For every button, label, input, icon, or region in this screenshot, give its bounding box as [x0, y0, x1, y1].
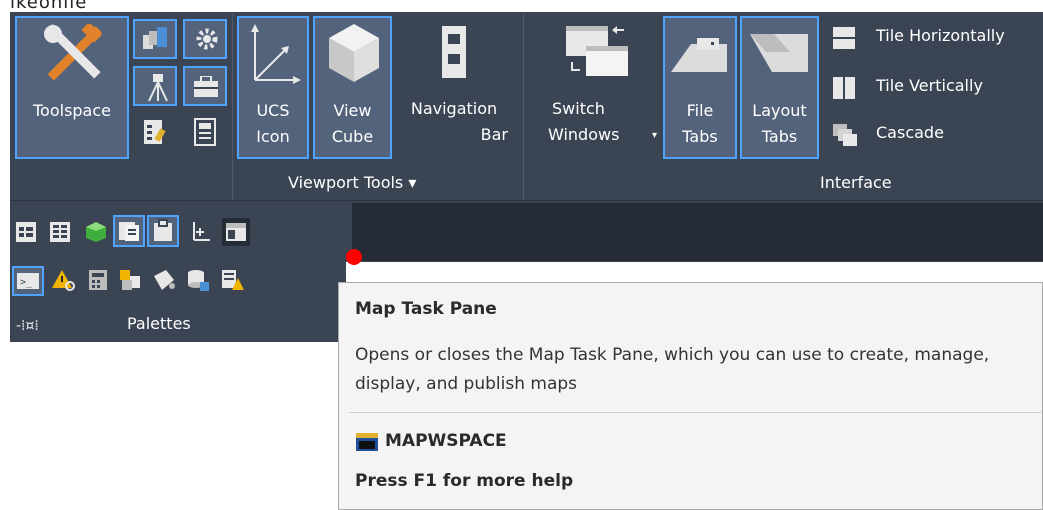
ucs-axes-icon — [251, 24, 301, 84]
palettes-panel-title: Palettes — [127, 314, 191, 333]
ribbon-divider — [10, 200, 1043, 201]
clipboard-icon — [154, 219, 172, 241]
chevron-down-icon: ▾ — [408, 173, 417, 192]
view-cube-label-1: View — [333, 101, 372, 120]
cascade-label: Cascade — [876, 123, 944, 142]
edit-properties-button[interactable] — [220, 268, 244, 292]
navigation-bar-label-2: Bar — [480, 125, 508, 144]
layer-icon — [143, 27, 167, 49]
pin-icon[interactable]: -⁞¤⁞ — [16, 318, 39, 334]
map-task-pane-button[interactable] — [222, 218, 250, 246]
cascade-button[interactable]: Cascade — [827, 121, 1043, 151]
layout-tabs-button[interactable]: Layout Tabs — [740, 16, 819, 159]
interface-panel-title: Interface — [820, 173, 892, 192]
toolspace-button[interactable]: Toolspace — [15, 16, 129, 159]
ucs-icon-label-2: Icon — [256, 127, 290, 146]
tools-icon — [44, 24, 102, 81]
settings-button[interactable] — [183, 19, 227, 59]
panel-separator — [523, 14, 524, 200]
layer-manager-button[interactable] — [133, 19, 177, 59]
switch-windows-label-1: Switch — [552, 99, 605, 118]
switch-windows-icon — [566, 26, 628, 76]
materials-button[interactable] — [84, 220, 108, 244]
map-roll-icon — [154, 270, 175, 290]
database-icon — [188, 270, 209, 291]
file-tabs-button[interactable]: File Tabs — [663, 16, 737, 159]
layout-tabs-label-1: Layout — [752, 101, 807, 120]
tooltip: Map Task Pane Opens or closes the Map Ta… — [338, 282, 1043, 510]
command-line-icon: >_ — [17, 273, 39, 289]
switch-windows-label-2: Windows — [548, 125, 620, 144]
layout-tabs-icon — [750, 34, 808, 72]
tile-vertically-icon — [833, 77, 855, 99]
survey-tripod-icon — [148, 74, 168, 102]
toolspace-label: Toolspace — [32, 101, 111, 120]
sheet-set-button[interactable] — [113, 215, 145, 247]
properties-icon — [144, 120, 166, 144]
tooltip-description: Opens or closes the Map Task Pane, which… — [355, 345, 990, 394]
tile-horizontally-icon — [833, 27, 855, 49]
dropdown-arrow-icon: ▾ — [652, 130, 658, 141]
edit-warning-icon — [222, 270, 244, 290]
svg-text:>_: >_ — [20, 277, 33, 288]
markup-button[interactable] — [147, 215, 179, 247]
cascade-icon — [833, 124, 857, 146]
ucs-icon-label-1: UCS — [256, 101, 290, 120]
calculator-button[interactable] — [188, 115, 222, 149]
toolbox-button[interactable] — [183, 66, 227, 106]
tooltip-help: Press F1 for more help — [355, 471, 574, 491]
calculator-icon — [194, 118, 216, 146]
check-standards-button[interactable] — [52, 268, 76, 292]
survey-button[interactable] — [133, 66, 177, 106]
navigation-bar-icon — [442, 26, 466, 78]
tile-vertically-button[interactable]: Tile Vertically — [827, 74, 1043, 104]
file-tabs-label-2: Tabs — [682, 127, 718, 146]
data-grid-icon — [120, 270, 140, 290]
tile-vertically-label: Tile Vertically — [876, 76, 983, 95]
coordinate-axes-icon — [193, 222, 210, 241]
data-connect-button[interactable] — [118, 268, 142, 292]
quick-calc-button[interactable] — [86, 268, 110, 292]
map-task-pane-icon — [356, 433, 378, 451]
tile-horizontally-button[interactable]: Tile Horizontally — [827, 24, 1043, 54]
ucs-icon-button[interactable]: UCS Icon — [237, 16, 309, 159]
navigation-bar-button[interactable]: Navigation Bar — [394, 16, 514, 159]
switch-windows-button[interactable]: Switch Windows ▾ — [538, 16, 662, 159]
cursor-dot — [346, 249, 362, 265]
coordinate-button[interactable] — [188, 220, 212, 244]
map-explorer-button[interactable] — [152, 268, 176, 292]
view-cube-button[interactable]: View Cube — [313, 16, 392, 159]
gear-icon — [196, 28, 218, 50]
calculator-icon — [89, 270, 107, 290]
tooltip-divider — [349, 412, 1042, 413]
tile-horizontally-label: Tile Horizontally — [876, 26, 1005, 45]
properties-button[interactable] — [138, 115, 172, 149]
tooltip-title: Map Task Pane — [355, 299, 497, 319]
tooltip-command: MAPWSPACE — [385, 431, 507, 451]
toolbox-icon — [194, 76, 218, 97]
design-center-button[interactable] — [48, 220, 72, 244]
drawing-area-band — [352, 203, 1043, 261]
green-cube-icon — [86, 222, 106, 242]
file-tabs-label-1: File — [686, 101, 714, 120]
file-tabs-icon — [671, 38, 727, 72]
database-connect-button[interactable] — [186, 268, 210, 292]
warning-magnifier-icon — [52, 270, 75, 291]
sheet-set-icon — [119, 222, 139, 241]
command-line-button[interactable]: >_ — [12, 266, 44, 296]
layout-tabs-label-2: Tabs — [761, 127, 798, 146]
view-cube-label-2: Cube — [331, 127, 374, 146]
viewport-tools-title-text: Viewport Tools — [288, 173, 404, 192]
tool-palettes-button[interactable] — [14, 220, 38, 244]
tool-palettes-icon — [16, 222, 36, 242]
design-center-icon — [50, 222, 70, 242]
viewport-tools-panel-title[interactable]: Viewport Tools ▾ — [288, 173, 416, 192]
navigation-bar-label-1: Navigation — [410, 99, 498, 118]
map-task-pane-icon — [226, 223, 246, 241]
view-cube-icon — [329, 24, 379, 82]
panel-separator — [232, 14, 233, 200]
